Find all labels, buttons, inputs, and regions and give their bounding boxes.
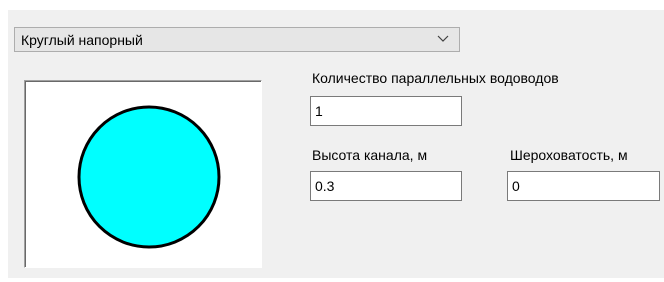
parallel-count-input[interactable] (310, 96, 462, 126)
parallel-count-label: Количество параллельных водоводов (312, 70, 559, 86)
channel-height-input[interactable] (310, 171, 462, 201)
channel-height-label: Высота канала, м (312, 147, 428, 163)
shape-preview (24, 80, 262, 268)
section-type-value: Круглый напорный (21, 32, 143, 48)
roughness-label: Шероховатость, м (510, 147, 628, 163)
shape-preview-canvas (77, 105, 221, 249)
section-circle (77, 105, 221, 249)
roughness-input[interactable] (507, 171, 660, 201)
chevron-down-icon (437, 35, 449, 42)
section-type-dropdown[interactable]: Круглый напорный (14, 27, 460, 52)
